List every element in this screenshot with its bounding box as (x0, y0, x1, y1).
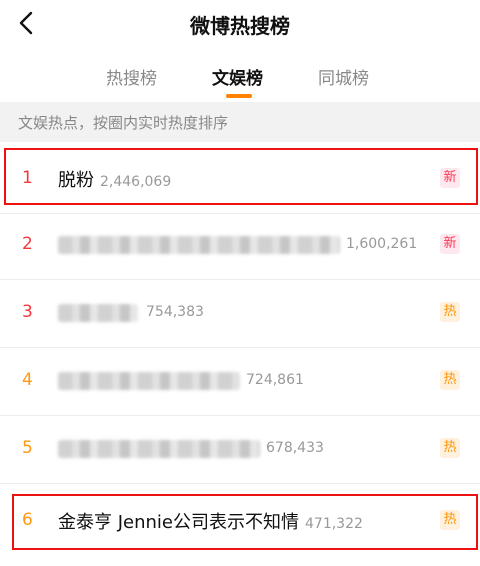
list-item[interactable]: 2 1,600,261 新 (0, 212, 480, 280)
blurred-topic-title (58, 372, 240, 390)
list-description: 文娱热点，按圈内实时热度排序 (0, 102, 480, 142)
heat-count: 754,383 (146, 304, 204, 320)
blurred-topic-title (58, 236, 340, 254)
rank-number: 4 (22, 370, 33, 390)
new-badge: 新 (440, 234, 460, 254)
tab-bar: 热搜榜 文娱榜 同城榜 (0, 56, 480, 98)
blurred-topic-title (58, 304, 138, 322)
heat-count: 678,433 (266, 440, 324, 456)
heat-count: 724,861 (246, 372, 304, 388)
active-tab-indicator (226, 94, 252, 98)
hot-badge: 热 (440, 438, 460, 458)
rank-number: 3 (22, 302, 33, 322)
hot-badge: 热 (440, 370, 460, 390)
rank-number: 5 (22, 438, 33, 458)
hot-badge: 热 (440, 302, 460, 322)
list-item[interactable]: 3 754,383 热 (0, 280, 480, 348)
tab-hot-search[interactable]: 热搜榜 (106, 64, 157, 89)
list-description-text: 文娱热点，按圈内实时热度排序 (18, 114, 229, 132)
page-title: 微博热搜榜 (190, 14, 290, 38)
highlight-box (4, 148, 478, 205)
tab-local[interactable]: 同城榜 (318, 64, 369, 89)
heat-count: 1,600,261 (346, 236, 418, 252)
list-item[interactable]: 5 678,433 热 (0, 416, 480, 484)
top-bar: 微博热搜榜 (0, 0, 480, 48)
list-item[interactable]: 4 724,861 热 (0, 348, 480, 416)
tab-entertainment[interactable]: 文娱榜 (212, 64, 263, 89)
highlight-box (12, 494, 478, 550)
rank-number: 2 (22, 234, 33, 254)
blurred-topic-title (58, 440, 260, 458)
